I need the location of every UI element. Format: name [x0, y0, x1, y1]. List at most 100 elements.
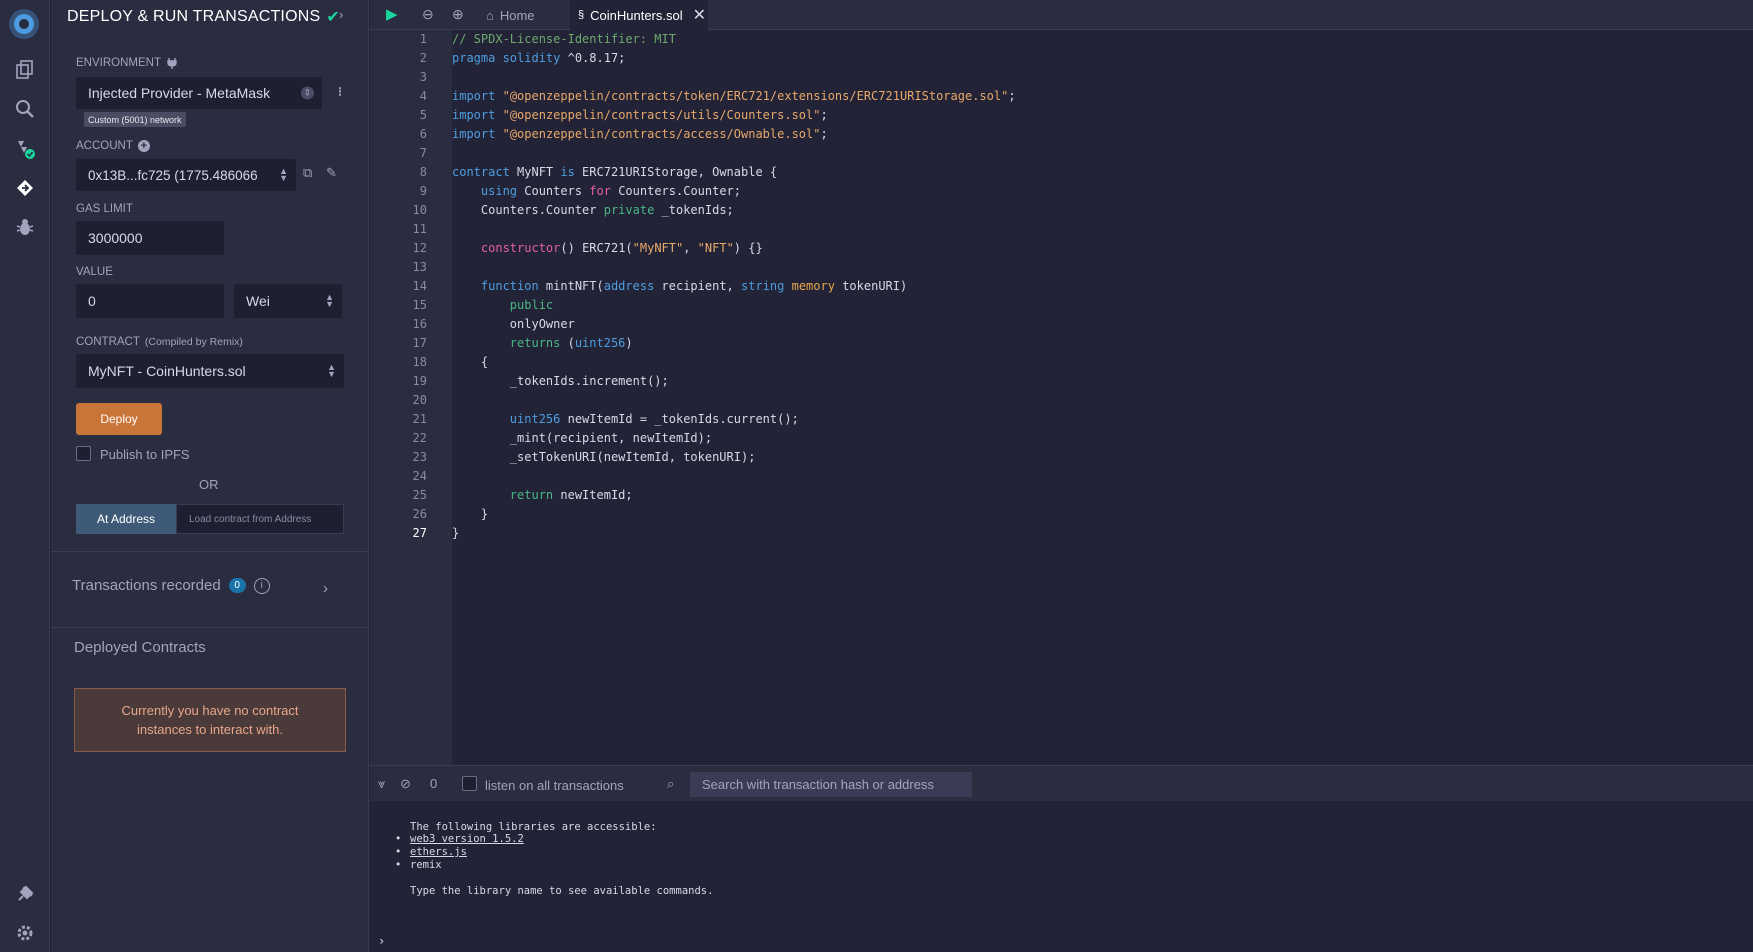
value-input[interactable]: 0	[76, 284, 224, 318]
line-number: 27	[412, 526, 427, 540]
code-token: Counters.Counter	[452, 203, 604, 217]
publish-ipfs-checkbox[interactable]	[76, 446, 91, 461]
code-token: ^0.8.17;	[560, 51, 626, 65]
collapse-terminal-icon[interactable]: ⩔	[378, 776, 385, 792]
environment-value: Injected Provider - MetaMask	[88, 85, 271, 101]
contract-select[interactable]: MyNFT - CoinHunters.sol ▲ ▼	[76, 354, 344, 388]
home-icon: ⌂	[486, 7, 494, 23]
transactions-recorded[interactable]: Transactions recorded 0 i	[72, 577, 270, 594]
at-address-button[interactable]: At Address	[76, 504, 176, 534]
plugin-manager-icon[interactable]	[11, 880, 39, 908]
account-label: ACCOUNT +	[76, 140, 150, 152]
line-number: 11	[412, 222, 427, 236]
settings-icon[interactable]	[11, 919, 39, 947]
line-number: 12	[412, 241, 427, 255]
debugger-icon[interactable]	[11, 213, 39, 241]
select-arrows-icon: ⇕	[301, 86, 314, 100]
terminal-output: The following libraries are accessible: …	[370, 801, 1753, 952]
libraries-intro: The following libraries are accessible:	[410, 821, 657, 833]
line-number: 25	[412, 488, 427, 502]
zoom-out-icon[interactable]: ⊖	[422, 6, 434, 23]
deploy-run-icon[interactable]	[11, 174, 39, 202]
terminal-prompt[interactable]: ›	[378, 934, 385, 948]
deployed-contracts-heading: Deployed Contracts	[74, 639, 206, 656]
code-token: MyNFT	[509, 165, 561, 179]
line-number: 22	[412, 431, 427, 445]
at-address-input[interactable]: Load contract from Address	[176, 504, 344, 534]
line-number: 13	[412, 260, 427, 274]
play-icon[interactable]: ▶	[386, 5, 398, 23]
code-line: _mint(recipient, newItemId);	[452, 429, 712, 448]
info-icon[interactable]: ⁝	[338, 84, 342, 100]
clear-terminal-icon[interactable]: ⊘	[400, 776, 411, 792]
line-number: 23	[412, 450, 427, 464]
tab-home[interactable]: ⌂ Home	[478, 0, 562, 30]
code-token: ;	[820, 127, 828, 141]
editor-tabs: ▶ ⊖ ⊕ ⌂ Home § CoinHunters.sol ✕	[370, 0, 1753, 30]
code-line: import "@openzeppelin/contracts/token/ER…	[452, 87, 1016, 106]
code-line: import "@openzeppelin/contracts/utils/Co…	[452, 106, 828, 125]
chevron-right-icon[interactable]: ›	[339, 7, 343, 22]
code-token: pragma solidity	[452, 51, 561, 65]
line-number: 17	[412, 336, 427, 350]
code-token: "@openzeppelin/contracts/access/Ownable.…	[502, 127, 821, 141]
edit-icon[interactable]: ✎	[326, 165, 337, 181]
bullet: •	[395, 833, 402, 845]
account-select[interactable]: 0x13B...fc725 (1775.486066 ▲ ▼	[76, 159, 296, 191]
line-number: 1	[419, 32, 427, 46]
info-circle-icon[interactable]: i	[253, 577, 270, 594]
code-token: }	[452, 507, 489, 521]
code-token: private	[603, 203, 655, 217]
deploy-button[interactable]: Deploy	[76, 403, 162, 435]
line-number: 8	[419, 165, 427, 179]
environment-select[interactable]: Injected Provider - MetaMask ⇕	[76, 77, 322, 109]
code-token: public	[509, 298, 554, 312]
code-line: _setTokenURI(newItemId, tokenURI);	[452, 448, 756, 467]
remix-logo-icon[interactable]	[5, 6, 43, 42]
code-line: pragma solidity ^0.8.17;	[452, 49, 625, 68]
code-line: function mintNFT(address recipient, stri…	[452, 277, 907, 296]
environment-label-text: ENVIRONMENT	[76, 57, 161, 69]
code-token: import	[452, 108, 496, 122]
copy-icon[interactable]: ⧉	[303, 165, 312, 181]
listen-checkbox[interactable]	[462, 776, 477, 791]
select-arrows-icon: ▲ ▼	[325, 292, 334, 309]
terminal-search-input[interactable]: Search with transaction hash or address	[690, 772, 972, 797]
code-token: recipient,	[654, 279, 742, 293]
contract-label-text: CONTRACT	[76, 336, 140, 348]
code-token: _tokenIds;	[654, 203, 734, 217]
code-token: Counters	[517, 184, 590, 198]
code-token: _tokenIds.increment();	[452, 374, 669, 388]
code-line: onlyOwner	[452, 315, 575, 334]
code-editor[interactable]: // SPDX-License-Identifier: MIT pragma so…	[452, 30, 1753, 765]
contract-value: MyNFT - CoinHunters.sol	[88, 363, 246, 379]
line-number: 24	[412, 469, 427, 483]
tab-coinhunters[interactable]: § CoinHunters.sol ✕	[570, 0, 708, 30]
code-token: )	[625, 336, 633, 350]
close-icon[interactable]: ✕	[693, 5, 706, 25]
solidity-compiler-icon[interactable]	[11, 135, 39, 163]
search-icon[interactable]	[11, 95, 39, 123]
code-line: _tokenIds.increment();	[452, 372, 669, 391]
code-token: returns	[509, 336, 561, 350]
terminal-toolbar: ⩔ ⊘ 0 listen on all transactions ⌕ Searc…	[370, 765, 1753, 801]
code-token: "MyNFT"	[632, 241, 684, 255]
pending-count: 0	[430, 776, 438, 791]
environment-label: ENVIRONMENT	[76, 57, 178, 69]
library-link-ethers[interactable]: ethers.js	[410, 846, 467, 858]
select-arrows-icon: ▲ ▼	[327, 362, 336, 379]
gas-limit-input[interactable]: 3000000	[76, 221, 224, 255]
contract-label-note: (Compiled by Remix)	[144, 336, 243, 348]
add-account-icon[interactable]: +	[137, 140, 150, 152]
zoom-in-icon[interactable]: ⊕	[452, 6, 464, 23]
file-explorer-icon[interactable]	[11, 56, 39, 84]
code-token: newItemId = _tokenIds.current();	[560, 412, 799, 426]
code-token: ;	[1008, 89, 1016, 103]
panel-title-text: DEPLOY & RUN TRANSACTIONS	[67, 8, 321, 25]
library-link-web3[interactable]: web3 version 1.5.2	[410, 833, 524, 845]
chevron-right-icon[interactable]: ›	[323, 580, 328, 597]
code-token: constructor	[480, 241, 561, 255]
value-unit-select[interactable]: Wei ▲ ▼	[234, 284, 342, 318]
code-line: // SPDX-License-Identifier: MIT	[452, 30, 676, 49]
